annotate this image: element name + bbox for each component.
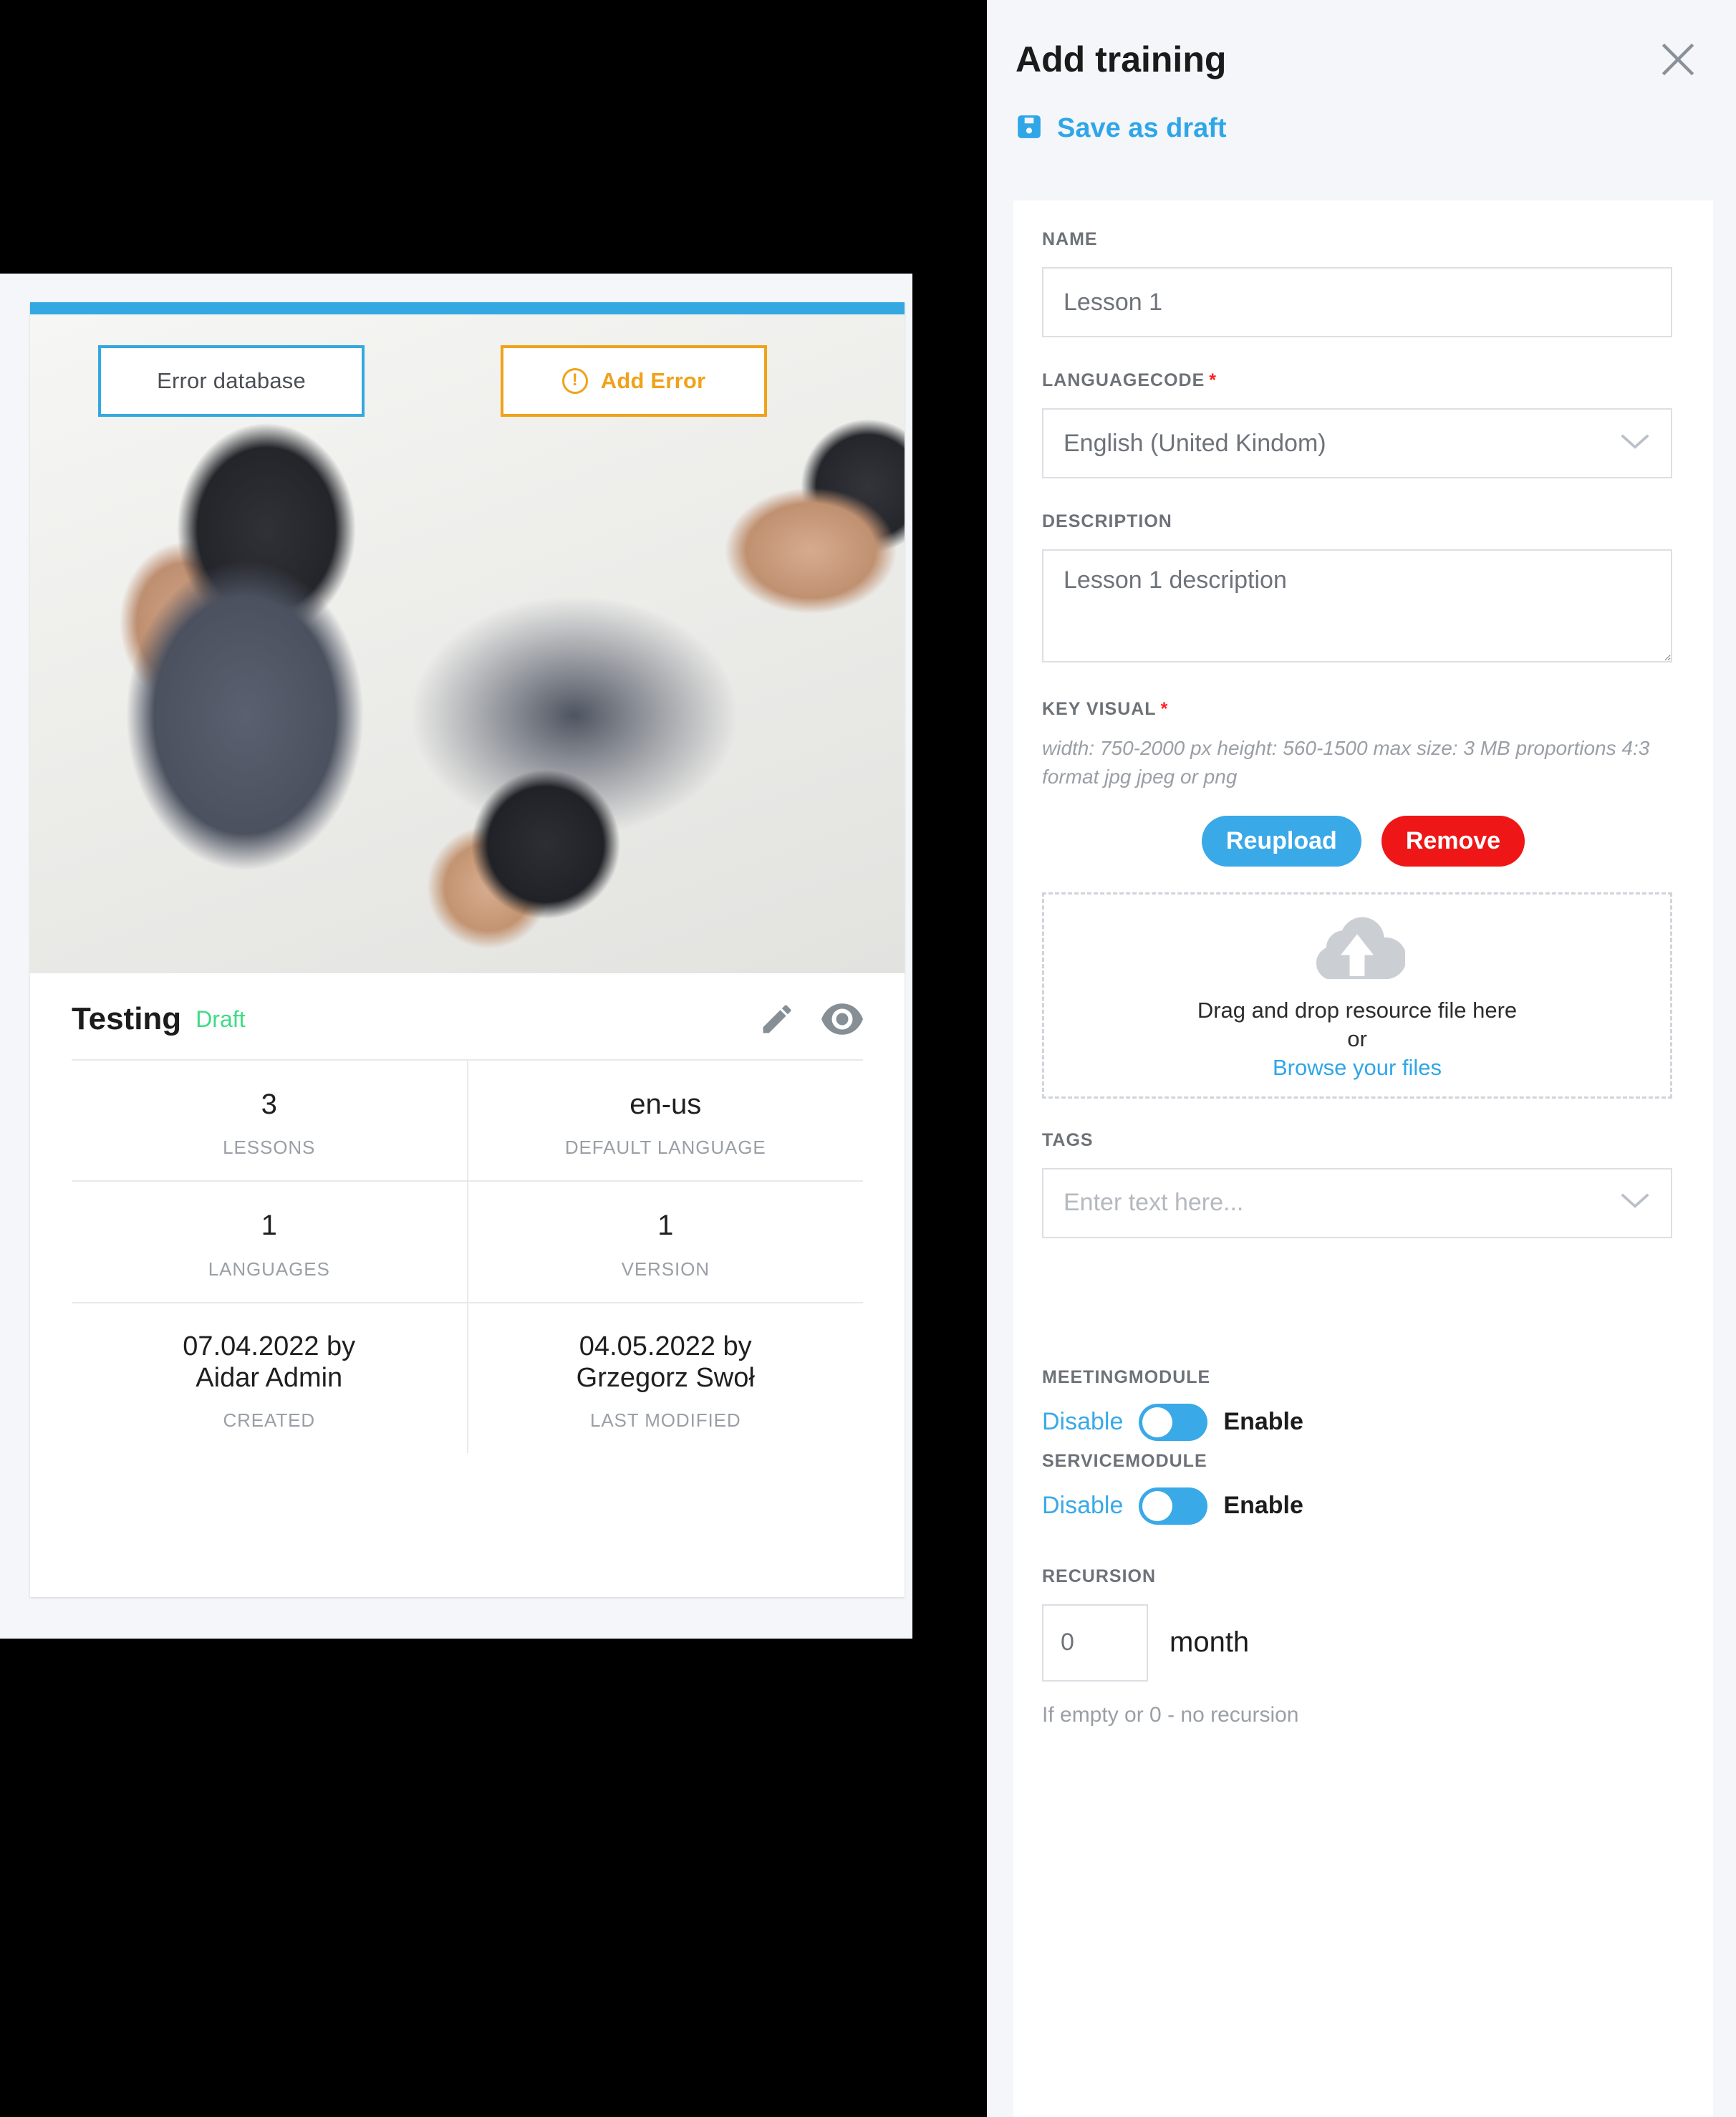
servicemodule-enable-label[interactable]: Enable: [1223, 1492, 1303, 1520]
stat-lessons: 3 LESSONS: [72, 1061, 467, 1180]
field-description: DESCRIPTION Lesson 1 description: [1042, 511, 1684, 666]
remove-button[interactable]: Remove: [1381, 815, 1525, 867]
required-asterisk: *: [1209, 370, 1217, 390]
recursion-row: month: [1042, 1604, 1684, 1682]
field-name: NAME: [1042, 229, 1684, 337]
stats-row: 1 LANGUAGES 1 VERSION: [72, 1182, 863, 1303]
languagecode-value: English (United Kindom): [1064, 429, 1326, 457]
tags-label: TAGS: [1042, 1129, 1094, 1150]
stat-value: 3: [261, 1089, 277, 1120]
languagecode-label: LANGUAGECODE *: [1042, 370, 1217, 390]
warning-circle-icon: !: [561, 368, 588, 394]
meetingmodule-label: MEETINGMODULE: [1042, 1366, 1211, 1387]
stat-label: CREATED: [223, 1409, 316, 1431]
servicemodule-label: SERVICEMODULE: [1042, 1450, 1207, 1471]
key-visual-hint: width: 750-2000 px height: 560-1500 max …: [1042, 737, 1650, 788]
field-tags: TAGS Enter text here...: [1042, 1130, 1684, 1238]
stat-label: LANGUAGES: [208, 1258, 330, 1280]
add-training-form: NAME LANGUAGECODE* English (United Kindo…: [1013, 201, 1713, 2117]
servicemodule-disable-label[interactable]: Disable: [1042, 1492, 1123, 1520]
stat-value: 04.05.2022 by Grzegorz Swoł: [576, 1331, 755, 1393]
tags-placeholder: Enter text here...: [1064, 1189, 1244, 1216]
panel-title: Add training: [1016, 39, 1227, 79]
form-spacer: [1042, 1238, 1684, 1367]
dropzone-line2: or: [1347, 1026, 1367, 1051]
chevron-down-icon: [1619, 1189, 1651, 1217]
hero-overlay-buttons: Error database ! Add Error: [30, 345, 905, 417]
browse-files-link[interactable]: Browse your files: [1273, 1055, 1442, 1081]
reupload-button[interactable]: Reupload: [1201, 815, 1361, 867]
page-title: Testing: [72, 1001, 182, 1036]
languagecode-select[interactable]: English (United Kindom): [1042, 408, 1672, 478]
panel-header: Add training: [987, 0, 1736, 82]
save-as-draft-button[interactable]: Save as draft: [987, 82, 1736, 144]
upload-cloud-icon: [1309, 910, 1407, 983]
required-asterisk: *: [1160, 699, 1169, 719]
training-hero: Error database ! Add Error: [30, 314, 905, 973]
status-badge: Draft: [196, 1006, 246, 1032]
description-textarea[interactable]: Lesson 1 description: [1042, 549, 1672, 662]
stat-default-language: en-us DEFAULT LANGUAGE: [466, 1061, 864, 1181]
meetingmodule-enable-label[interactable]: Enable: [1223, 1408, 1303, 1436]
stat-last-modified: 04.05.2022 by Grzegorz Swoł LAST MODIFIE…: [466, 1303, 864, 1453]
pencil-icon[interactable]: [758, 1000, 796, 1038]
meetingmodule-toggle[interactable]: [1139, 1403, 1208, 1441]
stat-value: 1: [657, 1210, 674, 1242]
key-visual-label: KEY VISUAL *: [1042, 699, 1169, 719]
chevron-down-icon: [1619, 430, 1651, 458]
field-languagecode: LANGUAGECODE * English (United Kindom): [1042, 370, 1684, 478]
file-dropzone[interactable]: Drag and drop resource file here or Brow…: [1042, 892, 1672, 1099]
save-as-draft-label: Save as draft: [1057, 113, 1227, 143]
key-visual-buttons: Reupload Remove: [1042, 815, 1684, 867]
close-icon[interactable]: [1656, 37, 1700, 82]
stat-created: 07.04.2022 by Aidar Admin CREATED: [72, 1303, 467, 1453]
meetingmodule-disable-label[interactable]: Disable: [1042, 1408, 1123, 1436]
field-recursion: RECURSION month If empty or 0 - no recur…: [1042, 1566, 1684, 1727]
save-floppy-icon: [1016, 113, 1043, 144]
recursion-input[interactable]: [1042, 1604, 1148, 1682]
stat-label: LAST MODIFIED: [589, 1409, 741, 1431]
screenshot-root: Error database ! Add Error Testing Draft: [0, 0, 1736, 2117]
servicemodule-toggle[interactable]: [1139, 1487, 1208, 1525]
name-input[interactable]: [1042, 267, 1672, 337]
eye-icon[interactable]: [821, 1000, 863, 1038]
recursion-hint: If empty or 0 - no recursion: [1042, 1702, 1299, 1727]
recursion-unit-label: month: [1170, 1626, 1250, 1658]
toggle-knob: [1142, 1490, 1173, 1521]
name-label: NAME: [1042, 229, 1098, 249]
dropzone-line1: Drag and drop resource file here: [1197, 998, 1518, 1023]
meetingmodule-toggle-row: Disable Enable: [1042, 1403, 1684, 1441]
field-meetingmodule: MEETINGMODULE Disable Enable: [1042, 1367, 1684, 1441]
field-key-visual: KEY VISUAL * width: 750-2000 px height: 5…: [1042, 699, 1684, 1099]
stat-value: 1: [261, 1210, 277, 1242]
stat-languages: 1 LANGUAGES: [72, 1182, 467, 1301]
add-error-button[interactable]: ! Add Error: [501, 345, 767, 417]
training-card: Error database ! Add Error Testing Draft: [30, 302, 905, 1597]
add-error-label: Add Error: [600, 368, 706, 393]
stat-label: VERSION: [621, 1258, 710, 1280]
error-database-button[interactable]: Error database: [98, 345, 365, 417]
error-database-label: Error database: [157, 368, 306, 393]
stats-row: 07.04.2022 by Aidar Admin CREATED 04.05.…: [72, 1303, 863, 1453]
servicemodule-toggle-row: Disable Enable: [1042, 1487, 1684, 1525]
recursion-label: RECURSION: [1042, 1566, 1157, 1586]
description-label: DESCRIPTION: [1042, 511, 1172, 531]
stat-label: LESSONS: [223, 1137, 316, 1159]
card-title-actions: [758, 1000, 863, 1038]
left-viewport: Error database ! Add Error Testing Draft: [0, 274, 912, 1639]
tags-select[interactable]: Enter text here...: [1042, 1167, 1672, 1238]
stat-value: en-us: [630, 1089, 702, 1120]
card-accent-bar: [30, 302, 905, 314]
stat-label: DEFAULT LANGUAGE: [564, 1137, 766, 1159]
training-stats-grid: 3 LESSONS en-us DEFAULT LANGUAGE 1 LANGU…: [72, 1059, 863, 1453]
add-training-panel: Add training Save as draft NAME Lesson 1…: [987, 0, 1736, 2117]
stat-value: 07.04.2022 by Aidar Admin: [183, 1331, 356, 1393]
training-card-body: Testing Draft 3 LESSONS en-us DEFAULT LA…: [30, 973, 905, 1453]
stat-version: 1 VERSION: [466, 1182, 864, 1302]
field-servicemodule: SERVICEMODULE Disable Enable: [1042, 1451, 1684, 1525]
stats-row: 3 LESSONS en-us DEFAULT LANGUAGE: [72, 1061, 863, 1182]
toggle-knob: [1142, 1407, 1173, 1437]
training-card-header: Testing Draft: [30, 973, 905, 1059]
